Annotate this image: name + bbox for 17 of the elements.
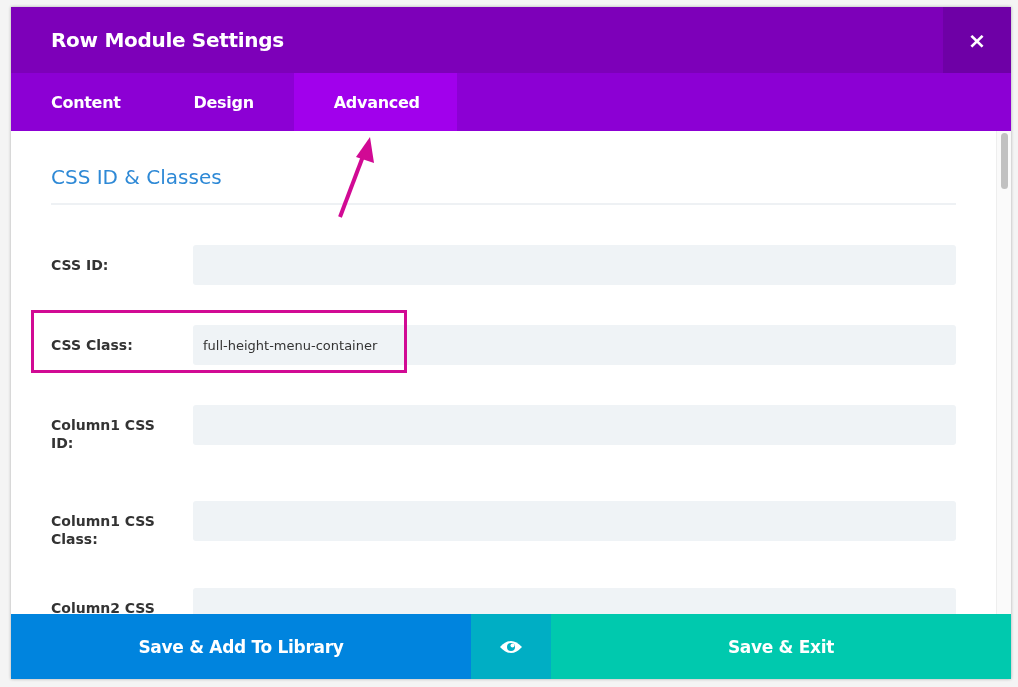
input-field[interactable]: full-height-menu-container [193, 325, 956, 365]
tab[interactable]: Design [160, 73, 294, 131]
eye-icon [499, 638, 523, 655]
field-label: CSS Class: [51, 336, 134, 355]
preview-button[interactable] [471, 614, 551, 679]
scrollbar[interactable] [996, 131, 1011, 614]
close-button[interactable]: × [943, 7, 1011, 73]
section-title: CSS ID & Classes [51, 165, 223, 191]
tab[interactable]: Content [11, 73, 161, 131]
save-to-library-button[interactable]: Save & Add To Library [11, 614, 471, 679]
field-label: CSS ID: [51, 256, 110, 275]
field-label: Column1 CSS ID: [51, 416, 156, 452]
field-label: Column1 CSS Class: [51, 512, 156, 548]
scrollbar-thumb[interactable] [1000, 133, 1008, 189]
field-label: Column2 CSS [51, 599, 156, 614]
window-title: Row Module Settings [50, 28, 284, 52]
tab[interactable]: Advanced [293, 73, 457, 131]
